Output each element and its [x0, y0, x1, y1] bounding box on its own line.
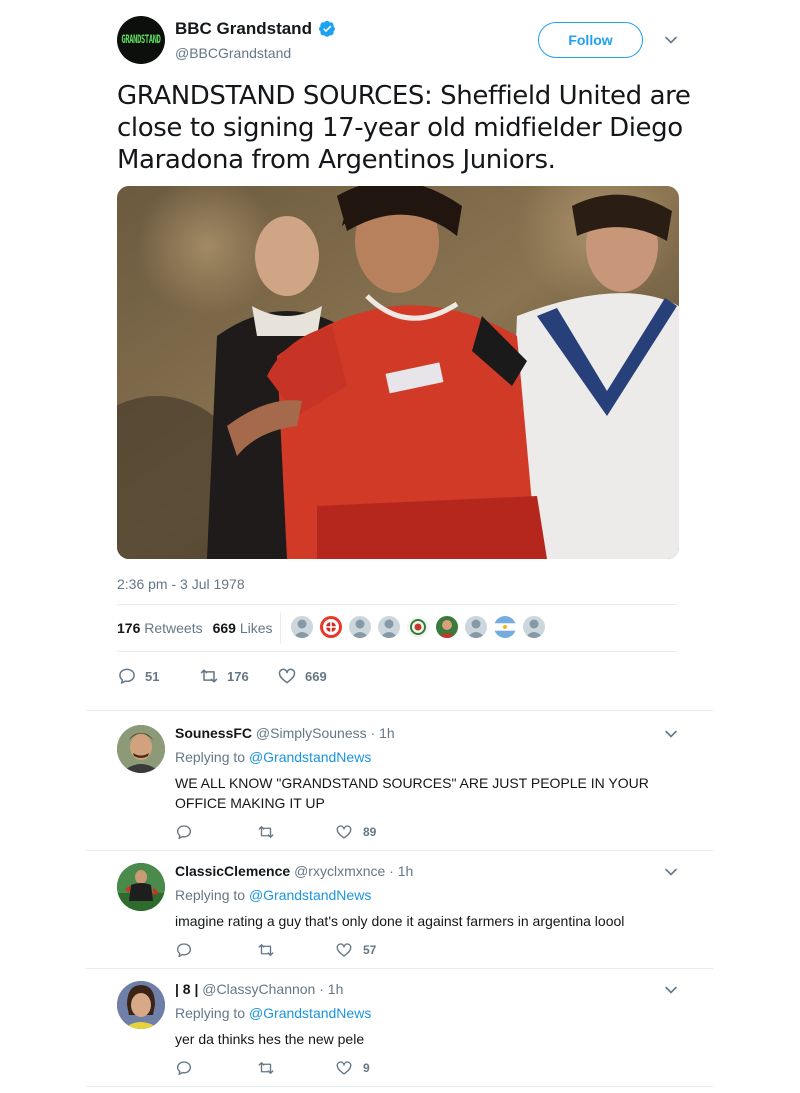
retweet-button[interactable]	[257, 1059, 285, 1077]
liker-avatar[interactable]	[348, 615, 372, 639]
replying-to: Replying to @GrandstandNews	[175, 1005, 372, 1021]
reply-actions: 89	[175, 823, 475, 843]
avatar[interactable]	[117, 725, 165, 773]
liker-avatar-rose-badge[interactable]	[406, 615, 430, 639]
reply-actions: 9	[175, 1059, 475, 1079]
tweet-actions: 51 176 669	[117, 666, 417, 688]
liker-avatar[interactable]	[522, 615, 546, 639]
retweet-button[interactable]	[257, 823, 285, 841]
like-button[interactable]: 57	[335, 941, 376, 959]
avatar[interactable]	[117, 981, 165, 1029]
football-player-photo	[117, 186, 679, 559]
retweets-stat[interactable]: 176 Retweets	[117, 620, 203, 636]
liker-avatar[interactable]	[377, 615, 401, 639]
retweet-button[interactable]: 176	[199, 666, 249, 686]
account-avatar[interactable]: GRANDSTAND	[117, 16, 165, 64]
reply-button[interactable]: 51	[117, 666, 159, 686]
liker-avatars	[290, 615, 546, 639]
like-icon	[336, 943, 352, 957]
divider	[280, 612, 281, 644]
tweet-timestamp[interactable]: 2:36 pm - 3 Jul 1978	[117, 576, 245, 592]
retweet-count: 176	[227, 668, 249, 684]
liker-avatar[interactable]	[290, 615, 314, 639]
reply-icon	[119, 668, 135, 684]
reply-button[interactable]	[175, 1059, 203, 1077]
reply-button[interactable]	[175, 941, 203, 959]
divider	[117, 604, 677, 605]
avatar[interactable]	[117, 863, 165, 911]
reply-icon	[176, 943, 192, 958]
retweet-icon	[258, 944, 274, 956]
account-handle[interactable]: @BBCGrandstand	[175, 45, 291, 61]
like-count: 669	[305, 668, 327, 684]
reply-count: 51	[145, 668, 160, 684]
like-icon	[278, 668, 296, 684]
chevron-down-icon[interactable]	[664, 727, 678, 741]
reply-tweet[interactable]: SounessFC @SimplySouness · 1h Replying t…	[86, 725, 713, 845]
reply-text: imagine rating a guy that's only done it…	[175, 913, 625, 929]
divider	[86, 710, 713, 711]
reply-text: yer da thinks hes the new pele	[175, 1031, 365, 1047]
divider	[86, 850, 713, 851]
reply-actions: 57	[175, 941, 475, 961]
replying-to-link[interactable]: @GrandstandNews	[249, 749, 371, 765]
chevron-down-icon[interactable]	[664, 865, 678, 879]
divider	[86, 968, 713, 969]
reply-button[interactable]	[175, 823, 203, 841]
tweet-text: GRANDSTAND SOURCES: Sheffield United are…	[117, 81, 691, 175]
reply-author[interactable]: | 8 | @ClassyChannon · 1h	[175, 981, 343, 997]
divider	[117, 651, 677, 652]
like-button[interactable]: 669	[277, 666, 327, 686]
liker-avatar[interactable]	[464, 615, 488, 639]
replying-to: Replying to @GrandstandNews	[175, 749, 372, 765]
likes-stat[interactable]: 669 Likes	[213, 620, 273, 636]
reply-author[interactable]: ClassicClemence @rxyclxmxnce · 1h	[175, 863, 413, 879]
account-display-name[interactable]: BBC Grandstand	[175, 19, 312, 39]
reply-text: WE ALL KNOW "GRANDSTAND SOURCES" ARE JUS…	[175, 775, 649, 811]
liker-avatar-argentina-flag[interactable]	[493, 615, 517, 639]
retweet-icon	[258, 826, 274, 838]
replying-to-link[interactable]: @GrandstandNews	[249, 1005, 371, 1021]
retweet-icon	[258, 1062, 274, 1074]
avatar-logo-text: GRANDSTAND	[121, 33, 161, 47]
liker-avatar-sheffield-crest[interactable]	[319, 615, 343, 639]
divider	[86, 1086, 713, 1087]
tweet-stats: 176 Retweets 669 Likes	[117, 620, 273, 636]
retweet-icon	[200, 669, 218, 683]
retweet-button[interactable]	[257, 941, 285, 959]
liker-avatar-photo[interactable]	[435, 615, 459, 639]
verified-icon	[319, 20, 335, 37]
reply-tweet[interactable]: ClassicClemence @rxyclxmxnce · 1h Replyi…	[86, 863, 713, 963]
reply-icon	[176, 825, 192, 840]
follow-button[interactable]: Follow	[538, 22, 643, 58]
tweet-header: GRANDSTAND BBC Grandstand @BBCGrandstand…	[117, 16, 697, 66]
reply-tweet[interactable]: | 8 | @ClassyChannon · 1h Replying to @G…	[86, 981, 713, 1081]
replying-to: Replying to @GrandstandNews	[175, 887, 372, 903]
tweet-photo[interactable]	[117, 186, 679, 559]
like-icon	[336, 1061, 352, 1075]
like-button[interactable]: 89	[335, 823, 376, 841]
like-button[interactable]: 9	[335, 1059, 370, 1077]
chevron-down-icon[interactable]	[664, 33, 678, 47]
reply-author[interactable]: SounessFC @SimplySouness · 1h	[175, 725, 395, 741]
like-icon	[336, 825, 352, 839]
chevron-down-icon[interactable]	[664, 983, 678, 997]
reply-icon	[176, 1061, 192, 1076]
replying-to-link[interactable]: @GrandstandNews	[249, 887, 371, 903]
